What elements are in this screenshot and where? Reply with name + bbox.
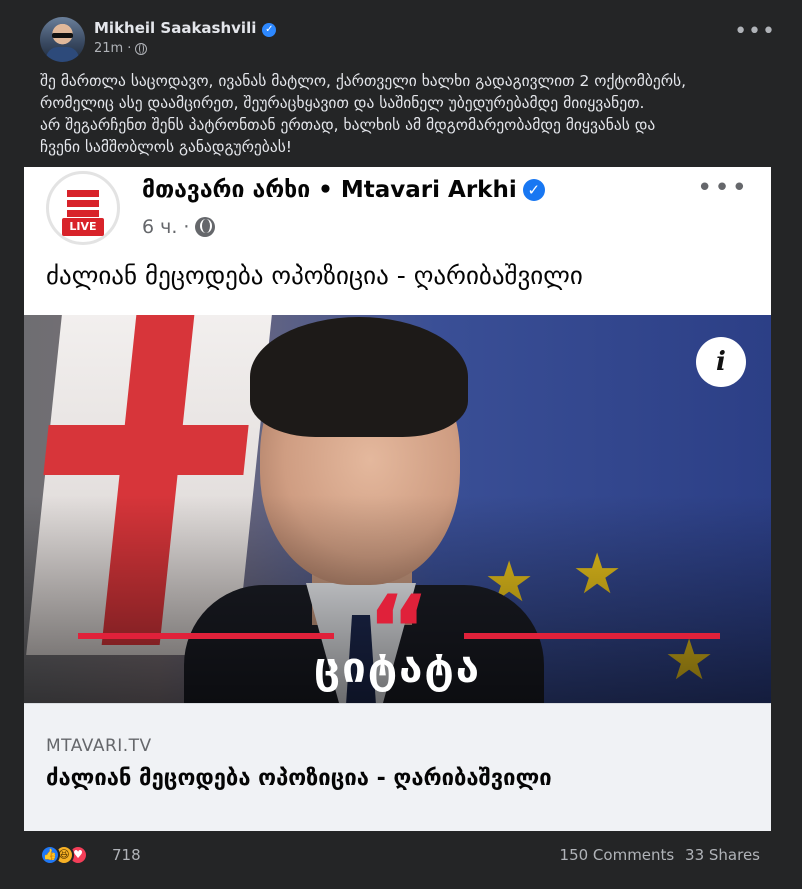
shares-count[interactable]: 33 Shares [685, 846, 760, 864]
page-logo[interactable]: LIVE [46, 171, 120, 245]
shared-post-meta: 6 ч. · [142, 216, 216, 238]
globe-icon [195, 217, 216, 237]
avatar-glasses [52, 33, 73, 38]
post-footer: 👍 😆 ♥ 718 150 Comments 33 Shares [40, 843, 760, 867]
logo-tv-mark [67, 190, 99, 218]
page-name[interactable]: მთავარი არხი • Mtavari Arkhi ✓ [142, 177, 545, 203]
shared-post-title: ძალიან მეცოდება ოპოზიცია - ღარიბაშვილი [46, 261, 583, 290]
post-meta: 21m · [94, 41, 148, 56]
post-time[interactable]: 21m [94, 41, 123, 56]
shared-post-time[interactable]: 6 ч. [142, 216, 177, 238]
shared-post[interactable]: LIVE მთავარი არხი • Mtavari Arkhi ✓ 6 ч. … [24, 167, 771, 831]
verified-badge-icon: ✓ [522, 179, 545, 201]
person-hair [250, 317, 468, 437]
avatar-shirt [46, 47, 79, 62]
link-domain: MTAVARI.TV [46, 736, 152, 756]
live-badge: LIVE [62, 218, 104, 236]
verified-badge-icon: ✓ [262, 23, 277, 37]
author-name-text[interactable]: Mikheil Saakashvili [94, 19, 256, 37]
like-reaction-icon: 👍 [40, 845, 60, 865]
post-text: შე მართლა საცოდავო, ივანას მატლო, ქართვე… [40, 72, 687, 156]
info-icon[interactable]: i [696, 337, 746, 387]
author-name[interactable]: Mikheil Saakashvili ✓ [94, 19, 277, 37]
page-name-text[interactable]: მთავარი არხი • Mtavari Arkhi [142, 177, 517, 203]
quote-line-left [78, 633, 334, 639]
reaction-icons[interactable]: 👍 😆 ♥ [40, 845, 88, 865]
comments-count[interactable]: 150 Comments [560, 846, 675, 864]
shared-post-image[interactable]: ★ ★ ★ i “ ციტატა [24, 315, 771, 703]
reaction-count[interactable]: 718 [112, 846, 141, 864]
flag-red-cross-horizontal [43, 425, 249, 475]
author-avatar[interactable] [40, 17, 85, 62]
separator: · [127, 41, 132, 56]
link-preview[interactable]: MTAVARI.TV ძალიან მეცოდება ოპოზიცია - ღა… [24, 703, 771, 831]
quote-line-right [464, 633, 720, 639]
image-overlay-text: ციტატა [313, 643, 482, 692]
globe-icon[interactable] [135, 42, 148, 55]
shared-post-header: LIVE მთავარი არხი • Mtavari Arkhi ✓ 6 ч. … [24, 167, 771, 315]
more-options-icon[interactable]: ••• [734, 21, 776, 43]
link-title[interactable]: ძალიან მეცოდება ოპოზიცია - ღარიბაშვილი [46, 766, 552, 791]
more-options-icon: ••• [696, 173, 749, 203]
engagement-stats: 150 Comments 33 Shares [554, 846, 760, 864]
post-header: Mikheil Saakashvili ✓ 21m · ••• [40, 17, 780, 63]
separator: · [183, 216, 190, 238]
